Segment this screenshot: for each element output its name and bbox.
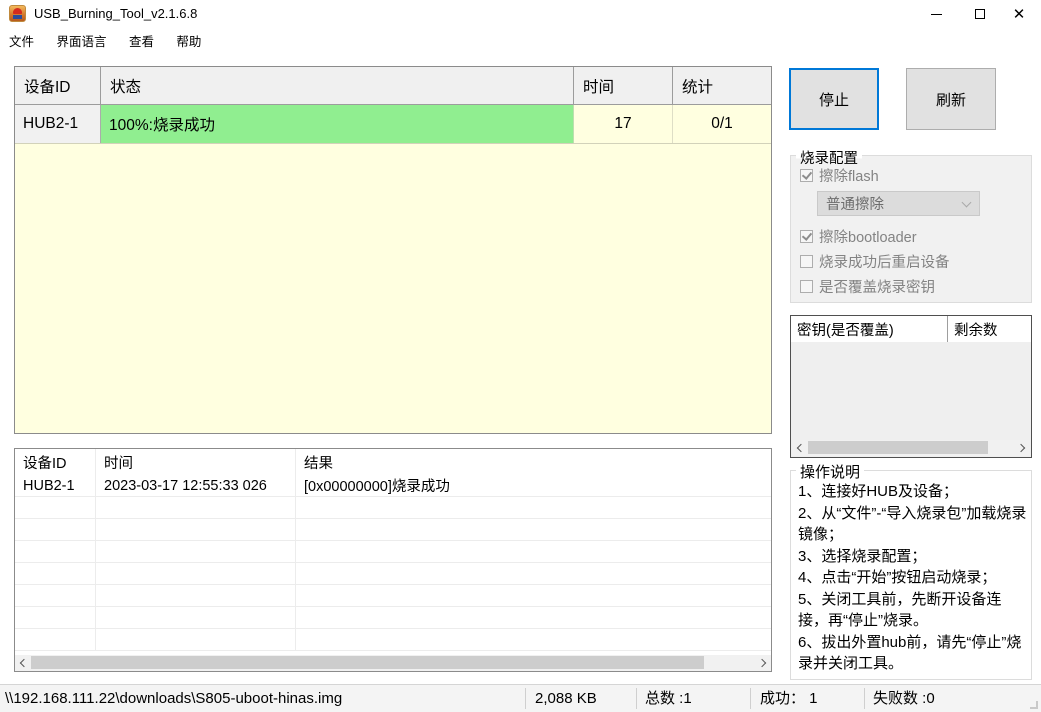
status-divider (636, 688, 637, 709)
key-header-key: 密钥(是否覆盖) (791, 316, 948, 342)
erase-flash-checkbox[interactable] (800, 169, 813, 182)
key-scroll-track (808, 440, 1014, 456)
instruction-line: 6、拔出外置hub前，请先“停止”烧录并关闭工具。 (798, 633, 1022, 673)
key-table-header: 密钥(是否覆盖) 剩余数 (791, 316, 1031, 342)
chevron-left-icon[interactable] (792, 440, 808, 456)
log-empty-row (15, 497, 771, 519)
status-bar: \\192.168.111.22\downloads\S805-uboot-hi… (0, 684, 1041, 712)
instructions-title: 操作说明 (796, 461, 865, 482)
minimize-icon (930, 13, 942, 15)
log-table-header: 设备ID 时间 结果 (15, 449, 771, 475)
log-empty-row (15, 541, 771, 563)
window-title: USB_Burning_Tool_v2.1.6.8 (34, 6, 198, 21)
log-scroll-thumb[interactable] (31, 656, 705, 669)
device-stats-cell: 0/1 (673, 105, 771, 143)
erase-flash-option[interactable]: 擦除flash (800, 167, 879, 185)
menu-ui-language[interactable]: 界面语言 (47, 28, 115, 53)
chevron-down-icon (961, 197, 972, 208)
failed-count: 失败数 :0 (873, 690, 935, 707)
reboot-after-success-label: 烧录成功后重启设备 (819, 255, 950, 271)
log-empty-row (15, 629, 771, 651)
app-window: USB_Burning_Tool_v2.1.6.8 ✕ 文件 界面语言 查看 帮… (0, 0, 1041, 712)
device-id-cell: HUB2-1 (15, 105, 101, 143)
success-count: 成功： 1 (760, 690, 818, 707)
maximize-button[interactable] (958, 0, 1002, 28)
log-empty-row (15, 585, 771, 607)
instruction-line: 2、从“文件”-“导入烧录包”加载烧录镜像； (798, 504, 1027, 544)
instructions-text: 1、连接好HUB及设备； 2、从“文件”-“导入烧录包”加载烧录镜像； 3、选择… (798, 481, 1028, 675)
erase-mode-select[interactable]: 普通擦除 (817, 191, 980, 216)
reboot-after-success-option[interactable]: 烧录成功后重启设备 (800, 253, 950, 271)
overwrite-burn-key-option[interactable]: 是否覆盖烧录密钥 (800, 278, 935, 296)
device-status-table: 设备ID 状态 时间 统计 HUB2-1 100%:烧录成功 17 0/1 (14, 66, 772, 434)
device-status-cell: 100%:烧录成功 (101, 105, 574, 143)
log-empty-row (15, 563, 771, 585)
key-scroll-thumb[interactable] (808, 441, 988, 454)
log-header-result: 结果 (304, 455, 333, 472)
key-header-remaining: 剩余数 (954, 322, 998, 339)
device-table-header: 设备ID 状态 时间 统计 (15, 67, 771, 105)
instruction-line: 3、选择烧录配置； (798, 547, 927, 565)
instruction-line: 1、连接好HUB及设备； (798, 483, 959, 500)
close-button[interactable]: ✕ (997, 0, 1041, 28)
close-icon: ✕ (1012, 5, 1026, 23)
header-stats: 统计 (682, 78, 714, 96)
header-status: 状态 (101, 67, 574, 104)
log-header-device-id: 设备ID (15, 449, 96, 475)
stop-button[interactable]: 停止 (789, 68, 879, 130)
log-empty-row (15, 607, 771, 629)
menu-view[interactable]: 查看 (120, 28, 163, 53)
instruction-line: 5、关闭工具前，先断开设备连接，再“停止”烧录。 (798, 590, 1002, 630)
chevron-left-icon[interactable] (15, 655, 31, 671)
log-scroll-track (31, 655, 755, 671)
menu-bar: 文件 界面语言 查看 帮助 (0, 28, 1041, 49)
log-row[interactable]: HUB2-1 2023-03-17 12:55:33 026 [0x000000… (15, 475, 771, 497)
status-divider (525, 688, 526, 709)
erase-bootloader-checkbox[interactable] (800, 230, 813, 243)
status-divider (864, 688, 865, 709)
overwrite-burn-key-checkbox[interactable] (800, 280, 813, 293)
device-row[interactable]: HUB2-1 100%:烧录成功 17 0/1 (15, 105, 771, 144)
overwrite-burn-key-label: 是否覆盖烧录密钥 (819, 280, 935, 296)
minimize-button[interactable] (914, 0, 958, 28)
instruction-line: 4、点击“开始”按钮启动烧录； (798, 569, 997, 586)
device-table-empty-area (15, 144, 771, 433)
header-device-id: 设备ID (15, 67, 101, 104)
log-table: 设备ID 时间 结果 HUB2-1 2023-03-17 12:55:33 02… (14, 448, 772, 672)
erase-flash-label: 擦除flash (819, 169, 879, 185)
reboot-after-success-checkbox[interactable] (800, 255, 813, 268)
log-time-cell: 2023-03-17 12:55:33 026 (96, 475, 296, 496)
log-device-id-cell: HUB2-1 (15, 475, 96, 496)
status-divider (750, 688, 751, 709)
log-result-cell: [0x00000000]烧录成功 (304, 479, 450, 495)
chevron-right-icon[interactable] (1014, 440, 1030, 456)
refresh-button[interactable]: 刷新 (906, 68, 996, 130)
image-path: \\192.168.111.22\downloads\S805-uboot-hi… (5, 690, 343, 707)
key-table-hscrollbar[interactable] (792, 440, 1030, 456)
menu-help[interactable]: 帮助 (167, 28, 210, 53)
maximize-icon (975, 9, 985, 19)
erase-mode-value: 普通擦除 (826, 197, 884, 213)
log-empty-row (15, 519, 771, 541)
app-logo-icon (9, 5, 26, 22)
chevron-right-icon[interactable] (755, 655, 771, 671)
log-header-time: 时间 (96, 449, 296, 475)
device-time-cell: 17 (574, 105, 673, 143)
resize-grip[interactable] (1030, 701, 1038, 709)
menu-file[interactable]: 文件 (0, 28, 43, 53)
total-count: 总数 :1 (645, 690, 692, 707)
erase-bootloader-option[interactable]: 擦除bootloader (800, 228, 917, 246)
key-table: 密钥(是否覆盖) 剩余数 (790, 315, 1032, 458)
log-table-hscrollbar[interactable] (15, 655, 771, 671)
header-time: 时间 (574, 67, 673, 104)
erase-bootloader-label: 擦除bootloader (819, 230, 917, 246)
image-size: 2,088 KB (535, 690, 597, 707)
title-bar: USB_Burning_Tool_v2.1.6.8 ✕ (0, 0, 1041, 28)
